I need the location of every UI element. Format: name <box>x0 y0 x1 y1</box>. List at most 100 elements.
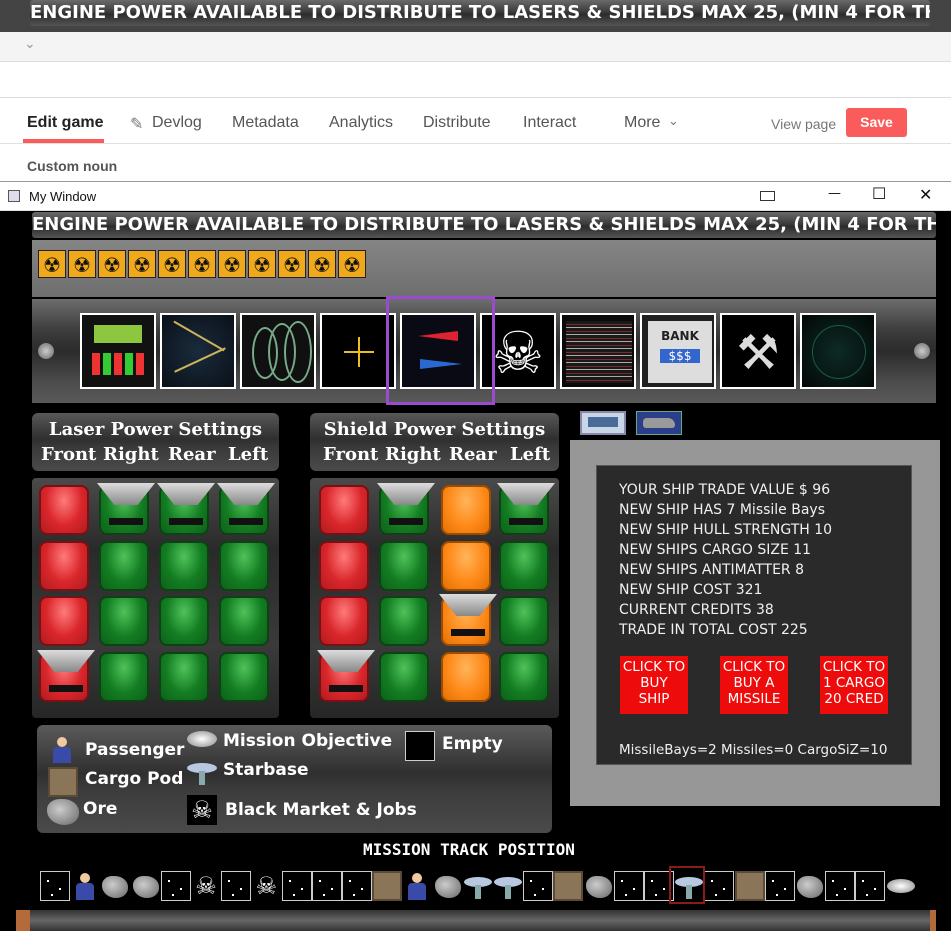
shield-rear-1[interactable] <box>441 485 491 535</box>
view-page-link[interactable]: View page <box>771 116 836 132</box>
passenger-icon <box>49 735 75 765</box>
mission-objective-icon <box>886 871 916 901</box>
radar-icon[interactable] <box>800 313 876 389</box>
shield-left-2[interactable] <box>499 541 549 591</box>
laser-right-2[interactable] <box>99 541 149 591</box>
laser-col-left: Left <box>228 444 269 465</box>
laser-front-2[interactable] <box>39 541 89 591</box>
tab-metadata[interactable]: Metadata <box>232 114 299 132</box>
laser-settings-header: Laser Power Settings Front Right Rear Le… <box>32 413 279 471</box>
game-banner: ENGINE POWER AVAILABLE TO DISTRIBUTE TO … <box>32 212 936 238</box>
game-canvas: ENGINE POWER AVAILABLE TO DISTRIBUTE TO … <box>0 211 951 931</box>
maximize-button[interactable]: ☐ <box>872 184 886 203</box>
laser-rear-3[interactable] <box>159 596 209 646</box>
background-game-banner: ENGINE POWER AVAILABLE TO DISTRIBUTE TO … <box>0 0 951 32</box>
laser-rear-4[interactable] <box>159 652 209 702</box>
cast-icon[interactable] <box>760 191 775 201</box>
selected-tool-highlight <box>386 296 495 405</box>
shield-left-1[interactable] <box>497 483 555 535</box>
tab-more[interactable]: More <box>624 114 660 132</box>
chevron-down-icon[interactable]: ⌄ <box>24 36 36 52</box>
cargo-pod-icon <box>734 871 765 901</box>
track-empty-cell <box>855 871 886 901</box>
bolt-icon <box>914 343 930 359</box>
track-empty-cell <box>342 871 372 901</box>
laser-rear-2[interactable] <box>159 541 209 591</box>
buy-cargo-button[interactable]: CLICK TO 1 CARGO 20 CRED <box>820 656 888 714</box>
shield-left-3[interactable] <box>499 596 549 646</box>
button-line: CLICK TO <box>622 659 686 675</box>
radiation-icon: ☢ <box>278 250 306 278</box>
trade-info-line: NEW SHIP HULL STRENGTH 10 <box>619 522 833 538</box>
track-empty-cell <box>160 871 191 901</box>
progress-handle[interactable] <box>930 910 936 931</box>
laser-left-4[interactable] <box>219 652 269 702</box>
laser-front-3[interactable] <box>39 596 89 646</box>
bank-icon[interactable]: BANK $$$ <box>640 313 716 389</box>
bank-label: BANK <box>661 329 699 343</box>
save-button[interactable]: Save <box>846 108 907 137</box>
itch-nav: Edit game ✎ Devlog Metadata Analytics Di… <box>0 100 951 144</box>
laser-front-4[interactable] <box>37 650 95 702</box>
shield-right-1[interactable] <box>377 483 435 535</box>
trade-panel-frame: YOUR SHIP TRADE VALUE $ 96 NEW SHIP HAS … <box>570 440 940 806</box>
shield-right-3[interactable] <box>379 596 429 646</box>
bank-sign: $$$ <box>660 349 700 363</box>
warp-rings-icon[interactable] <box>240 313 316 389</box>
track-empty-cell <box>764 871 795 901</box>
laser-left-2[interactable] <box>219 541 269 591</box>
minimize-button[interactable]: — <box>828 186 841 201</box>
buy-ship-button[interactable]: CLICK TO BUY SHIP <box>620 656 688 714</box>
power-bar: ☢ ☢ ☢ ☢ ☢ ☢ ☢ ☢ ☢ ☢ ☢ <box>32 240 936 297</box>
cargo-pod-icon <box>372 871 403 901</box>
shield-front-2[interactable] <box>319 541 369 591</box>
laser-right-3[interactable] <box>99 596 149 646</box>
radiation-icon: ☢ <box>338 250 366 278</box>
shield-right-2[interactable] <box>379 541 429 591</box>
targeting-icon[interactable] <box>320 313 396 389</box>
laser-right-1[interactable] <box>97 483 155 535</box>
buy-missile-button[interactable]: CLICK TO BUY A MISSILE <box>720 656 788 714</box>
repair-wrench-icon[interactable]: ⚒ <box>720 313 796 389</box>
progress-bar[interactable] <box>16 910 936 931</box>
shield-right-4[interactable] <box>379 652 429 702</box>
shield-front-4[interactable] <box>317 650 375 702</box>
passenger-icon <box>70 871 100 901</box>
laser-col-right: Right <box>103 444 159 465</box>
tab-edit-game[interactable]: Edit game <box>27 114 103 132</box>
legend-passenger: Passenger <box>85 740 185 760</box>
trade-info-line: NEW SHIP HAS 7 Missile Bays <box>619 502 826 518</box>
trade-info-line: NEW SHIPS ANTIMATTER 8 <box>619 562 805 578</box>
tab-distribute[interactable]: Distribute <box>423 114 491 132</box>
shield-front-3[interactable] <box>319 596 369 646</box>
tab-devlog[interactable]: Devlog <box>152 114 202 132</box>
laser-left-3[interactable] <box>219 596 269 646</box>
shield-left-4[interactable] <box>499 652 549 702</box>
ship-view-icon[interactable] <box>636 411 682 435</box>
laser-right-4[interactable] <box>99 652 149 702</box>
trade-info-line: CURRENT CREDITS 38 <box>619 602 774 618</box>
data-terminal-icon[interactable] <box>560 313 636 389</box>
star-map-icon[interactable] <box>160 313 236 389</box>
track-empty-cell <box>523 871 554 901</box>
laser-rear-1[interactable] <box>157 483 215 535</box>
trade-panel: YOUR SHIP TRADE VALUE $ 96 NEW SHIP HAS … <box>596 465 912 765</box>
shield-rear-4[interactable] <box>441 652 491 702</box>
progress-handle[interactable] <box>16 910 30 931</box>
tab-interact[interactable]: Interact <box>523 114 576 132</box>
close-button[interactable]: ✕ <box>919 185 932 204</box>
legend-starbase: Starbase <box>223 760 309 780</box>
laser-col-front: Front <box>41 444 97 465</box>
track-empty-cell <box>281 871 312 901</box>
computer-view-icon[interactable] <box>580 411 626 435</box>
laser-front-1[interactable] <box>39 485 89 535</box>
cargo-pod-icon <box>48 767 78 797</box>
tab-analytics[interactable]: Analytics <box>329 114 393 132</box>
laser-settings-title: Laser Power Settings <box>48 419 263 440</box>
legend-black-market: Black Market & Jobs <box>225 800 417 820</box>
shield-rear-2[interactable] <box>441 541 491 591</box>
shield-rear-3[interactable] <box>439 594 497 646</box>
laser-left-1[interactable] <box>217 483 275 535</box>
control-panel-icon[interactable] <box>80 313 156 389</box>
shield-front-1[interactable] <box>319 485 369 535</box>
